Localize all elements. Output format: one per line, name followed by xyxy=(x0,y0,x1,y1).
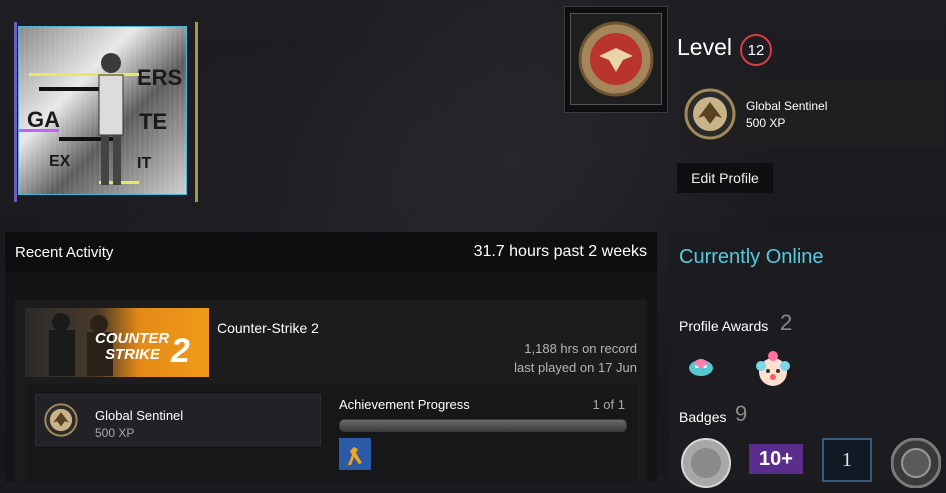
achievement-progress-bar xyxy=(339,419,627,432)
xp-card[interactable]: Global Sentinel 500 XP xyxy=(677,79,944,148)
level-label: Level xyxy=(677,34,732,60)
online-status: Currently Online xyxy=(679,246,824,268)
badges-count: 9 xyxy=(735,401,748,426)
banner-text-number: 2 xyxy=(170,332,190,370)
hours-on-record: 1,188 hrs on record xyxy=(524,341,637,356)
achievement-icon[interactable] xyxy=(339,438,371,470)
medal-icon xyxy=(684,88,736,145)
game-banner[interactable]: COUNTER STRIKE 2 xyxy=(25,308,209,377)
badge-years-text: 10+ xyxy=(759,447,793,470)
badge-years-icon[interactable]: 10+ xyxy=(749,444,803,474)
recent-activity-panel: Recent Activity 31.7 hours past 2 weeks … xyxy=(5,232,657,482)
badge-gear-icon[interactable] xyxy=(890,437,942,493)
featured-emblem[interactable] xyxy=(564,6,668,113)
badge-one-text: 1 xyxy=(842,448,852,471)
edit-profile-button[interactable]: Edit Profile xyxy=(677,163,773,193)
award-blob-icon[interactable] xyxy=(687,354,715,383)
profile-sidebar: Currently Online Profile Awards 2 Badges… xyxy=(669,232,946,489)
hours-summary: 31.7 hours past 2 weeks xyxy=(473,243,647,260)
profile-awards-label[interactable]: Profile Awards xyxy=(679,318,768,334)
game-name[interactable]: Counter-Strike 2 xyxy=(217,320,319,336)
last-played: last played on 17 Jun xyxy=(514,360,637,375)
badge-coin-icon[interactable] xyxy=(681,438,731,493)
figure-silhouette xyxy=(98,53,124,185)
emblem-icon xyxy=(570,13,662,105)
badges-label[interactable]: Badges xyxy=(679,409,726,425)
level-badge: 12 xyxy=(740,34,772,66)
recent-activity-title: Recent Activity xyxy=(15,244,114,261)
banner-text-strike: STRIKE xyxy=(105,346,161,363)
achievement-count: 1 of 1 xyxy=(592,397,625,412)
game-xp-name: Global Sentinel xyxy=(95,408,184,423)
game-details: Global Sentinel 500 XP Achievement Progr… xyxy=(25,384,637,482)
xp-value: 500 XP xyxy=(746,116,786,130)
xp-rank-name: Global Sentinel xyxy=(746,99,828,113)
achievement-progress-fill xyxy=(340,420,626,431)
badge-one-icon[interactable]: 1 xyxy=(822,438,872,482)
medal-icon xyxy=(44,403,78,442)
game-xp-card: Global Sentinel 500 XP xyxy=(35,394,321,446)
profile-awards-count: 2 xyxy=(780,310,793,335)
award-clown-icon[interactable] xyxy=(755,350,791,395)
avatar[interactable]: ERS GA TE EX IT xyxy=(18,26,187,195)
banner-text-counter: COUNTER xyxy=(95,330,169,347)
game-xp-value: 500 XP xyxy=(95,426,135,440)
game-card: COUNTER STRIKE 2 Counter-Strike 2 1,188 … xyxy=(15,300,647,482)
achievement-progress-title: Achievement Progress xyxy=(339,397,470,412)
recent-activity-header: Recent Activity 31.7 hours past 2 weeks xyxy=(5,232,657,272)
